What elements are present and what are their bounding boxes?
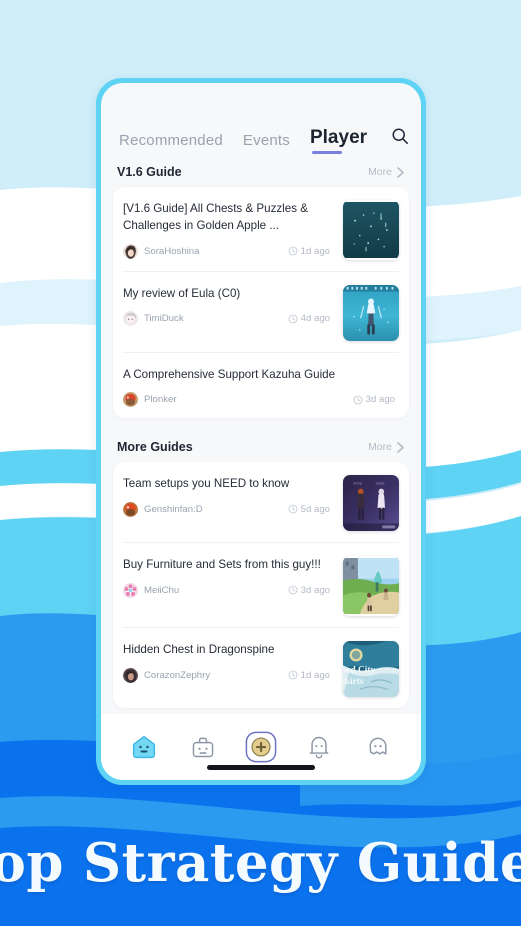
- clock-icon: [288, 670, 298, 680]
- promo-banner: Top Strategy Guides: [0, 800, 521, 926]
- nav-toolbox[interactable]: [181, 725, 225, 769]
- nav-home[interactable]: [122, 725, 166, 769]
- author[interactable]: TimiDuck: [123, 311, 184, 327]
- tab-player[interactable]: Player: [310, 127, 367, 155]
- svg-text:ped City: ped City: [343, 666, 375, 676]
- author[interactable]: SoraHoshina: [123, 243, 200, 259]
- timestamp: 3d ago: [353, 394, 399, 405]
- author-name: MeiiChu: [144, 584, 180, 596]
- active-tab-underline: [311, 151, 342, 154]
- avatar: [123, 667, 138, 683]
- nav-profile[interactable]: [356, 725, 400, 769]
- chevron-right-icon: [397, 166, 404, 178]
- tab-recommended[interactable]: Recommended: [119, 132, 223, 155]
- avatar: [123, 311, 138, 327]
- more-label: More: [368, 166, 392, 178]
- time-label: 1d ago: [300, 245, 330, 257]
- item-title: A Comprehensive Support Kazuha Guide: [123, 368, 336, 381]
- timestamp: 4d ago: [288, 313, 334, 324]
- list-item[interactable]: Team setups you NEED to know Genshinfan:…: [123, 462, 399, 544]
- author[interactable]: MeiiChu: [123, 582, 180, 598]
- more-label: More: [368, 441, 392, 454]
- search-button[interactable]: [391, 127, 409, 150]
- search-icon: [392, 128, 408, 144]
- author[interactable]: CorazonZephry: [123, 667, 211, 683]
- avatar: [123, 582, 138, 598]
- author[interactable]: Plonker: [123, 392, 177, 408]
- notifications-bell-icon: [309, 736, 329, 759]
- item-title: Hidden Chest in Dragonspine: [123, 643, 275, 657]
- author-name: Genshinfan:D: [144, 503, 203, 515]
- clock-icon: [288, 504, 298, 514]
- author-name: SoraHoshina: [144, 245, 200, 257]
- item-title: Team setups you NEED to know: [123, 477, 290, 491]
- avatar: [123, 501, 138, 517]
- clock-icon: [353, 395, 363, 405]
- author[interactable]: Genshinfan:D: [123, 501, 203, 517]
- section-header-v16-guide: V1.6 Guide More: [101, 155, 421, 187]
- svg-text:Amber: Amber: [353, 482, 362, 486]
- tab-recommended-label: Recommended: [119, 132, 223, 149]
- list-item[interactable]: A Comprehensive Support Kazuha Guide Plo…: [123, 353, 399, 418]
- home-indicator[interactable]: [207, 765, 315, 770]
- clock-icon: [288, 246, 298, 256]
- feed-scroll-area[interactable]: V1.6 Guide More [V1.6 Guide] All Chests …: [101, 155, 421, 714]
- more-link-more-guides[interactable]: More: [368, 441, 405, 454]
- list-item[interactable]: [V1.6 Guide] All Chests & Puzzles & Chal…: [123, 187, 399, 272]
- profile-ghost-icon: [369, 737, 387, 755]
- toolbox-icon: [192, 737, 213, 758]
- avatar: [123, 243, 138, 259]
- svg-text:Noelle: Noelle: [376, 482, 385, 486]
- top-tab-bar: Recommended Events Player: [101, 83, 421, 155]
- phone-screen: Recommended Events Player V1.6 Guide Mor…: [101, 83, 421, 780]
- author-name: Plonker: [144, 394, 177, 406]
- timestamp: 1d ago: [288, 670, 334, 681]
- author-name: TimiDuck: [144, 313, 184, 325]
- item-thumbnail[interactable]: [343, 285, 399, 341]
- item-thumbnail[interactable]: [343, 556, 399, 616]
- section-title-more-guides: More Guides: [117, 440, 193, 455]
- tab-events-label: Events: [242, 132, 290, 149]
- phone-frame: Recommended Events Player V1.6 Guide Mor…: [96, 78, 426, 785]
- list-item[interactable]: Hidden Chest in Dragonspine CorazonZephr…: [123, 628, 399, 708]
- time-label: 5d ago: [300, 503, 330, 515]
- avatar: [123, 392, 138, 408]
- guide-card-more: Team setups you NEED to know Genshinfan:…: [113, 462, 409, 709]
- chevron-right-icon: [397, 442, 404, 453]
- home-icon: [133, 735, 156, 759]
- time-label: 3d ago: [365, 394, 395, 406]
- section-header-more-guides: More Guides More: [101, 418, 421, 462]
- item-title: [V1.6 Guide] All Chests & Puzzles & Chal…: [123, 202, 308, 233]
- time-label: 3d ago: [300, 584, 330, 596]
- tab-events[interactable]: Events: [243, 132, 290, 155]
- item-title: My review of Eula (C0): [123, 287, 241, 300]
- guide-card-v16: [V1.6 Guide] All Chests & Puzzles & Chal…: [113, 187, 409, 419]
- nav-add-post[interactable]: [239, 725, 283, 769]
- banner-headline: Top Strategy Guides: [0, 832, 521, 894]
- more-link-v16-guide[interactable]: More: [368, 166, 405, 179]
- item-thumbnail[interactable]: Amber Noelle: [343, 475, 399, 532]
- svg-text:skirts: skirts: [343, 677, 364, 687]
- item-title: Buy Furniture and Sets from this guy!!!: [123, 558, 321, 572]
- bottom-navigation: [101, 714, 421, 780]
- item-thumbnail[interactable]: [343, 200, 399, 260]
- list-item[interactable]: My review of Eula (C0) TimiDuck 4d ago: [123, 272, 399, 353]
- item-thumbnail[interactable]: ped City skirts: [343, 641, 399, 698]
- tab-player-label: Player: [309, 127, 368, 148]
- author-name: CorazonZephry: [144, 669, 211, 681]
- section-title-v16-guide: V1.6 Guide: [117, 165, 182, 179]
- timestamp: 1d ago: [288, 246, 334, 257]
- nav-notifications[interactable]: [297, 725, 341, 769]
- timestamp: 5d ago: [288, 504, 334, 515]
- clock-icon: [288, 585, 298, 595]
- timestamp: 3d ago: [288, 585, 334, 596]
- list-item[interactable]: Buy Furniture and Sets from this guy!!!: [123, 543, 399, 629]
- add-post-icon: [245, 731, 277, 763]
- clock-icon: [288, 314, 298, 324]
- time-label: 1d ago: [300, 669, 330, 681]
- time-label: 4d ago: [300, 313, 330, 325]
